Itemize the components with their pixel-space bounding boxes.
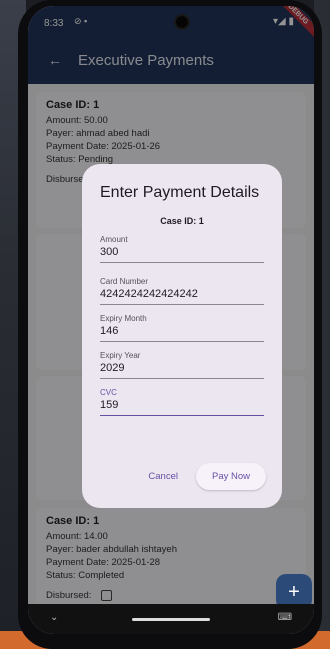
cvc-value[interactable]: 159 (100, 399, 264, 411)
dialog-actions: Cancel Pay Now (148, 463, 266, 490)
expiry-month-value[interactable]: 146 (100, 325, 264, 337)
payment-dialog: Enter Payment Details Case ID: 1 Amount … (82, 164, 282, 508)
phone-screen: 8:33 ⊘ ▪ ▾◢ ▮ DEBUG ← Executive Payments… (28, 6, 314, 634)
phone-frame: 8:33 ⊘ ▪ ▾◢ ▮ DEBUG ← Executive Payments… (18, 0, 322, 649)
cvc-field[interactable]: CVC 159 (100, 388, 264, 416)
expiry-month-field[interactable]: Expiry Month 146 (100, 314, 264, 342)
amount-field[interactable]: Amount 300 (100, 235, 264, 263)
expiry-month-label: Expiry Month (100, 314, 147, 323)
amount-value[interactable]: 300 (100, 246, 264, 258)
pay-now-button[interactable]: Pay Now (195, 463, 266, 490)
amount-label: Amount (100, 235, 128, 244)
cancel-button[interactable]: Cancel (148, 471, 178, 482)
cvc-label: CVC (100, 388, 117, 397)
card-number-field[interactable]: Card Number 4242424242424242 (100, 277, 264, 305)
dialog-title: Enter Payment Details (100, 184, 260, 201)
keyboard-icon[interactable]: ⌨ (278, 612, 292, 623)
expiry-year-field[interactable]: Expiry Year 2029 (100, 351, 264, 379)
card-number-value[interactable]: 4242424242424242 (100, 288, 264, 300)
system-nav-bar: ⌄ ⌨ (28, 604, 314, 634)
card-number-label: Card Number (100, 277, 149, 286)
expiry-year-value[interactable]: 2029 (100, 362, 264, 374)
expiry-year-label: Expiry Year (100, 351, 141, 360)
chevron-down-icon[interactable]: ⌄ (50, 612, 58, 623)
home-gesture-bar[interactable] (132, 618, 210, 621)
dialog-case-id: Case ID: 1 (160, 216, 204, 226)
